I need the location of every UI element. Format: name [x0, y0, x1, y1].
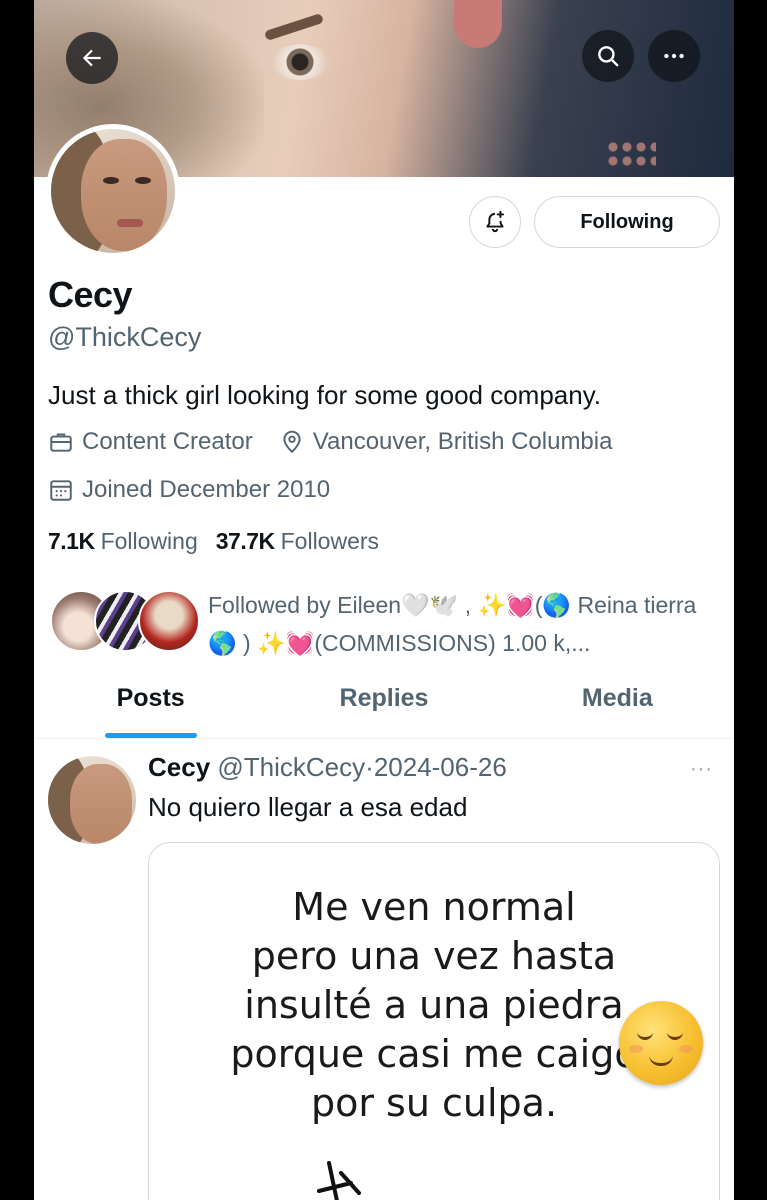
banner-photo-eye [272, 44, 328, 80]
arrow-left-icon [82, 49, 101, 67]
followed-by-text[interactable]: Followed by Eileen🤍🕊️ , ✨💓(🌎 Reina tierr… [208, 586, 718, 662]
media-caption-line: Me ven normal [292, 885, 576, 929]
profile-joined-date: Joined December 2010 [82, 476, 331, 503]
location-pin-icon [283, 430, 301, 454]
followers-stat[interactable]: 37.7K Followers [216, 528, 379, 555]
profile-avatar[interactable] [46, 124, 180, 258]
calendar-icon [50, 480, 72, 501]
tweet-date[interactable]: 2024-06-26 [374, 752, 507, 782]
banner-photo-lips [454, 0, 502, 48]
bell-plus-icon [486, 210, 505, 233]
tab-posts-label: Posts [116, 684, 185, 712]
more-button[interactable] [648, 30, 700, 82]
tweet-separator: · [365, 752, 374, 782]
profile-meta-row: Content Creator Vancouver, British Colum… [48, 428, 612, 456]
media-caption: Me ven normal pero una vez hasta insulté… [149, 883, 719, 1128]
tab-replies[interactable]: Replies [267, 676, 500, 738]
tweet-author-name[interactable]: Cecy [148, 752, 210, 782]
followers-label: Followers [280, 528, 380, 554]
tab-replies-label: Replies [339, 684, 429, 712]
following-stat[interactable]: 7.1K Following [48, 528, 198, 555]
search-button[interactable] [582, 30, 634, 82]
profile-bio: Just a thick girl looking for some good … [48, 380, 602, 410]
avatar-image [51, 129, 175, 253]
banner-photo-embroidery [606, 140, 656, 170]
media-caption-line: pero una vez hasta [251, 934, 617, 978]
following-label: Following [100, 528, 198, 554]
tab-media[interactable]: Media [501, 676, 734, 738]
tweet-text: No quiero llegar a esa edad [148, 792, 468, 822]
media-caption-line: por su culpa. [310, 1081, 558, 1125]
profile-joined-row: Joined December 2010 [48, 476, 330, 504]
stick-figure-sketch [317, 1161, 361, 1200]
relieved-face-emoji [619, 1001, 703, 1085]
tab-media-label: Media [581, 684, 653, 712]
tweet-author-avatar[interactable] [48, 756, 136, 844]
profile-category: Content Creator [82, 428, 253, 455]
profile-tabs: Posts Replies Media [34, 676, 734, 739]
tweet-more-button[interactable]: ··· [690, 758, 713, 781]
banner-photo-brow [263, 12, 325, 42]
briefcase-icon [50, 433, 72, 452]
following-button[interactable]: Following [534, 196, 720, 248]
back-button[interactable] [66, 32, 118, 84]
notifications-bell-button[interactable] [469, 196, 521, 248]
tab-posts[interactable]: Posts [34, 676, 267, 738]
active-tab-indicator [104, 733, 197, 738]
tweet-author-handle[interactable]: @ThickCecy [217, 752, 365, 782]
following-count: 7.1K [48, 528, 95, 554]
profile-location: Vancouver, British Columbia [312, 428, 613, 455]
profile-handle: @ThickCecy [48, 322, 202, 352]
profile-name: Cecy [48, 274, 133, 315]
tweet-header: Cecy @ThickCecy·2024-06-26 [148, 752, 507, 783]
follower-avatar [138, 590, 200, 652]
followers-count: 37.7K [215, 528, 275, 554]
tweet-media-image[interactable]: Me ven normal pero una vez hasta insulté… [148, 842, 720, 1200]
search-icon [598, 46, 619, 67]
followed-by-avatars[interactable] [50, 590, 210, 652]
profile-screen: Following Cecy @ThickCecy Just a thick g… [34, 0, 734, 1200]
more-horizontal-icon [664, 53, 684, 59]
profile-stats: 7.1K Following 37.7K Followers [48, 528, 397, 555]
